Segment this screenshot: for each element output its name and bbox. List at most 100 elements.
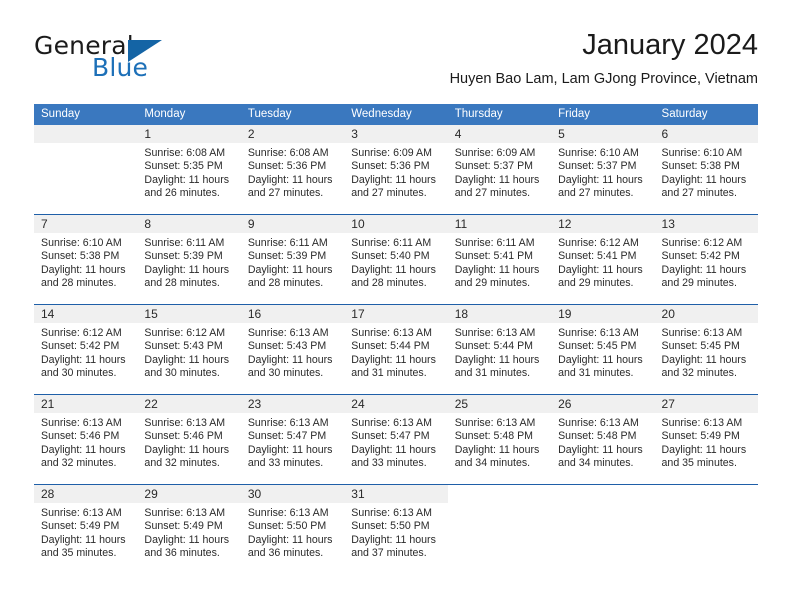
daylight-text: Daylight: 11 hours and 29 minutes. <box>454 263 540 290</box>
day-number: 11 <box>447 215 552 233</box>
calendar-day-cell[interactable]: 14 Sunrise: 6:12 AM Sunset: 5:42 PM Dayligh… <box>34 305 138 394</box>
day-number: 13 <box>654 215 758 233</box>
calendar-day-cell[interactable]: 22 Sunrise: 6:13 AM Sunset: 5:46 PM Dayligh… <box>137 395 241 484</box>
daylight-text: Daylight: 11 hours and 26 minutes. <box>144 173 230 200</box>
sunrise-text: Sunrise: 6:13 AM <box>247 417 329 429</box>
calendar-day-cell[interactable]: 4 Sunrise: 6:09 AM Sunset: 5:37 PM Daylight… <box>447 125 552 214</box>
calendar-day-cell[interactable]: 3 Sunrise: 6:09 AM Sunset: 5:36 PM Daylight… <box>344 125 448 214</box>
sunrise-text: Sunrise: 6:13 AM <box>144 417 226 429</box>
calendar-day-cell-empty <box>34 125 138 214</box>
day-details: Sunrise: 6:11 AM Sunset: 5:39 PM Daylight:… <box>137 233 240 291</box>
day-number: 23 <box>240 395 345 413</box>
general-blue-logo[interactable]: General Blue <box>34 32 244 88</box>
day-number <box>654 485 758 503</box>
day-number: 9 <box>240 215 345 233</box>
sunset-text: Sunset: 5:45 PM <box>558 340 637 353</box>
calendar-day-cell[interactable]: 17 Sunrise: 6:13 AM Sunset: 5:44 PM Dayligh… <box>344 305 448 394</box>
calendar-day-cell[interactable]: 1 Sunrise: 6:08 AM Sunset: 5:35 PM Daylight… <box>137 125 241 214</box>
day-number: 5 <box>551 125 655 143</box>
calendar-day-cell[interactable]: 10 Sunrise: 6:11 AM Sunset: 5:40 PM Dayligh… <box>344 215 448 304</box>
calendar-day-cell[interactable]: 21 Sunrise: 6:13 AM Sunset: 5:46 PM Dayligh… <box>34 395 138 484</box>
day-number: 31 <box>344 485 448 503</box>
sunrise-text: Sunrise: 6:08 AM <box>247 147 329 159</box>
day-number: 27 <box>654 395 758 413</box>
calendar-day-cell[interactable]: 7 Sunrise: 6:10 AM Sunset: 5:38 PM Daylight… <box>34 215 138 304</box>
day-details: Sunrise: 6:13 AM Sunset: 5:49 PM Daylight:… <box>137 503 240 561</box>
calendar-day-cell[interactable]: 27 Sunrise: 6:13 AM Sunset: 5:49 PM Dayligh… <box>654 395 758 484</box>
day-number: 25 <box>447 395 552 413</box>
sunrise-text: Sunrise: 6:13 AM <box>41 417 122 429</box>
calendar-day-cell[interactable]: 5 Sunrise: 6:10 AM Sunset: 5:37 PM Daylight… <box>551 125 655 214</box>
calendar-day-cell[interactable]: 28 Sunrise: 6:13 AM Sunset: 5:49 PM Dayligh… <box>34 485 138 574</box>
calendar-day-cell[interactable]: 8 Sunrise: 6:11 AM Sunset: 5:39 PM Daylight… <box>137 215 241 304</box>
calendar-day-cell[interactable]: 19 Sunrise: 6:13 AM Sunset: 5:45 PM Dayligh… <box>551 305 655 394</box>
sunrise-text: Sunrise: 6:12 AM <box>144 327 226 339</box>
calendar-day-cell[interactable]: 6 Sunrise: 6:10 AM Sunset: 5:38 PM Daylight… <box>654 125 758 214</box>
daylight-text: Daylight: 11 hours and 30 minutes. <box>247 353 333 380</box>
daylight-text: Daylight: 11 hours and 29 minutes. <box>661 263 747 290</box>
day-number: 30 <box>240 485 345 503</box>
calendar-day-cell[interactable]: 9 Sunrise: 6:11 AM Sunset: 5:39 PM Daylight… <box>240 215 345 304</box>
sunrise-text: Sunrise: 6:12 AM <box>661 237 743 249</box>
daylight-text: Daylight: 11 hours and 27 minutes. <box>247 173 333 200</box>
sunset-text: Sunset: 5:48 PM <box>454 430 534 443</box>
sunset-text: Sunset: 5:49 PM <box>41 520 120 533</box>
calendar-day-cell[interactable]: 30 Sunrise: 6:13 AM Sunset: 5:50 PM Dayligh… <box>240 485 345 574</box>
sunrise-text: Sunrise: 6:10 AM <box>41 237 122 249</box>
sunrise-text: Sunrise: 6:13 AM <box>351 327 432 339</box>
day-number: 10 <box>344 215 448 233</box>
calendar-day-cell[interactable]: 23 Sunrise: 6:13 AM Sunset: 5:47 PM Dayligh… <box>240 395 345 484</box>
day-details: Sunrise: 6:13 AM Sunset: 5:44 PM Daylight:… <box>344 323 447 381</box>
calendar-day-cell-empty <box>551 485 655 574</box>
day-details: Sunrise: 6:10 AM Sunset: 5:37 PM Daylight:… <box>551 143 654 201</box>
page-subtitle: Huyen Bao Lam, Lam GJong Province, Vietn… <box>449 71 758 87</box>
sunrise-text: Sunrise: 6:13 AM <box>41 507 122 519</box>
daylight-text: Daylight: 11 hours and 36 minutes. <box>247 533 333 560</box>
calendar-day-cell[interactable]: 18 Sunrise: 6:13 AM Sunset: 5:44 PM Dayligh… <box>447 305 552 394</box>
calendar-day-cell[interactable]: 11 Sunrise: 6:11 AM Sunset: 5:41 PM Dayligh… <box>447 215 552 304</box>
day-details: Sunrise: 6:12 AM Sunset: 5:42 PM Daylight:… <box>655 233 758 291</box>
daylight-text: Daylight: 11 hours and 33 minutes. <box>351 443 436 470</box>
calendar-day-cell[interactable]: 29 Sunrise: 6:13 AM Sunset: 5:49 PM Dayligh… <box>137 485 241 574</box>
day-details: Sunrise: 6:08 AM Sunset: 5:35 PM Daylight:… <box>137 143 240 201</box>
day-number: 14 <box>34 305 138 323</box>
day-details: Sunrise: 6:13 AM Sunset: 5:47 PM Daylight:… <box>344 413 447 471</box>
daylight-text: Daylight: 11 hours and 27 minutes. <box>454 173 540 200</box>
calendar-day-cell[interactable]: 2 Sunrise: 6:08 AM Sunset: 5:36 PM Daylight… <box>240 125 345 214</box>
calendar-day-cell[interactable]: 25 Sunrise: 6:13 AM Sunset: 5:48 PM Dayligh… <box>447 395 552 484</box>
calendar-day-cell[interactable]: 13 Sunrise: 6:12 AM Sunset: 5:42 PM Dayligh… <box>654 215 758 304</box>
sunset-text: Sunset: 5:50 PM <box>351 520 430 533</box>
calendar-day-cell[interactable]: 31 Sunrise: 6:13 AM Sunset: 5:50 PM Dayligh… <box>344 485 448 574</box>
day-details: Sunrise: 6:11 AM Sunset: 5:41 PM Daylight:… <box>448 233 551 291</box>
calendar-page: General Blue January 2024 Huyen Bao Lam,… <box>0 0 792 612</box>
calendar-day-cell[interactable]: 26 Sunrise: 6:13 AM Sunset: 5:48 PM Dayligh… <box>551 395 655 484</box>
calendar-day-cell[interactable]: 12 Sunrise: 6:12 AM Sunset: 5:41 PM Dayligh… <box>551 215 655 304</box>
daylight-text: Daylight: 11 hours and 28 minutes. <box>351 263 436 290</box>
sunset-text: Sunset: 5:36 PM <box>351 160 430 173</box>
day-number: 18 <box>447 305 552 323</box>
weekday-header-thursday: Thursday <box>454 108 503 120</box>
calendar-week-row: 28 Sunrise: 6:13 AM Sunset: 5:49 PM Dayligh… <box>34 484 758 574</box>
day-number: 1 <box>137 125 241 143</box>
sunrise-text: Sunrise: 6:13 AM <box>454 327 536 339</box>
day-number: 17 <box>344 305 448 323</box>
page-header: General Blue January 2024 Huyen Bao Lam,… <box>34 28 758 100</box>
weekday-header-sunday: Sunday <box>41 108 81 120</box>
title-block: January 2024 Huyen Bao Lam, Lam GJong Pr… <box>450 28 758 88</box>
day-details: Sunrise: 6:09 AM Sunset: 5:36 PM Daylight:… <box>344 143 447 201</box>
daylight-text: Daylight: 11 hours and 28 minutes. <box>247 263 333 290</box>
calendar-day-cell[interactable]: 15 Sunrise: 6:12 AM Sunset: 5:43 PM Dayligh… <box>137 305 241 394</box>
daylight-text: Daylight: 11 hours and 32 minutes. <box>144 443 230 470</box>
calendar-day-cell[interactable]: 20 Sunrise: 6:13 AM Sunset: 5:45 PM Dayligh… <box>654 305 758 394</box>
calendar-day-cell[interactable]: 24 Sunrise: 6:13 AM Sunset: 5:47 PM Dayligh… <box>344 395 448 484</box>
calendar-day-cell[interactable]: 16 Sunrise: 6:13 AM Sunset: 5:43 PM Dayligh… <box>240 305 345 394</box>
weekday-header-saturday: Saturday <box>661 108 708 120</box>
daylight-text: Daylight: 11 hours and 27 minutes. <box>661 173 747 200</box>
day-number: 8 <box>137 215 241 233</box>
calendar-grid: Sunday Monday Tuesday Wednesday Thursday Frid… <box>34 104 758 574</box>
day-number: 20 <box>654 305 758 323</box>
day-details: Sunrise: 6:13 AM Sunset: 5:47 PM Daylight:… <box>241 413 344 471</box>
sunset-text: Sunset: 5:39 PM <box>144 250 223 263</box>
sunset-text: Sunset: 5:39 PM <box>247 250 327 263</box>
sunset-text: Sunset: 5:46 PM <box>144 430 223 443</box>
